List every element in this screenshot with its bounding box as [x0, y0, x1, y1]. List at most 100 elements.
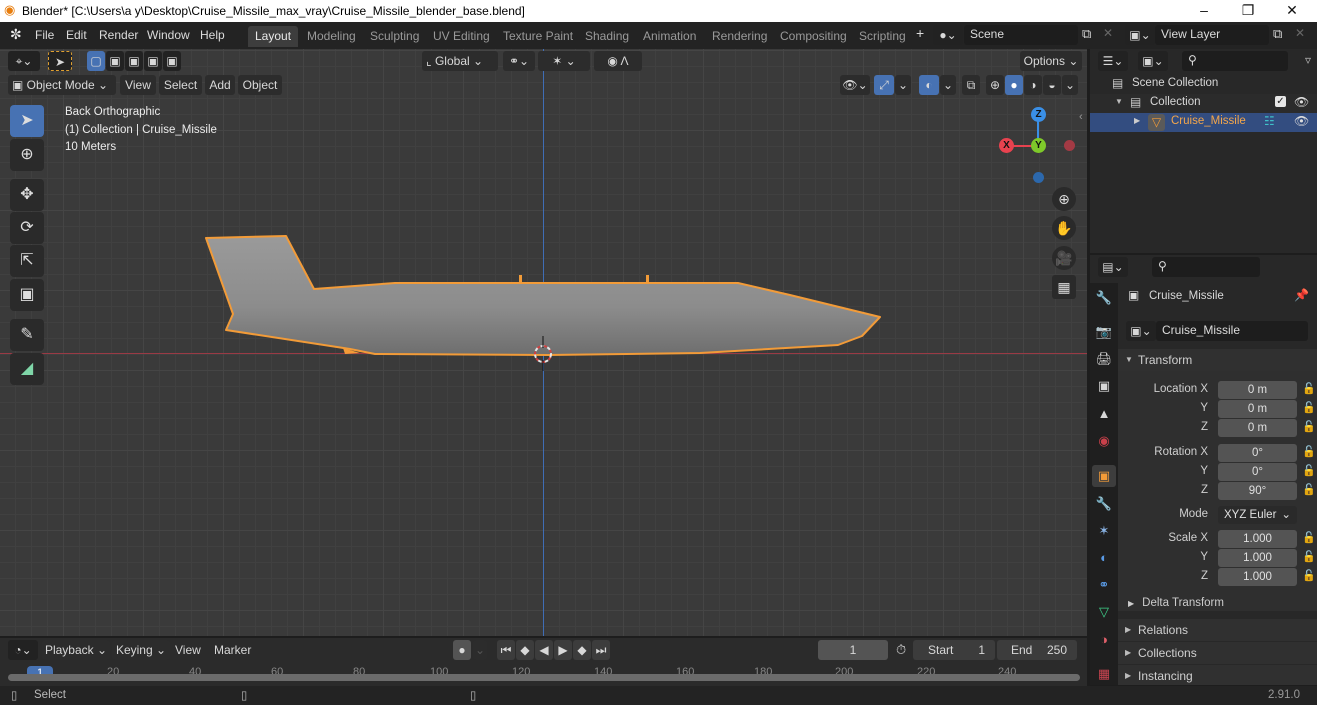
- outliner-filter-view-icon[interactable]: ▣⌄: [1138, 51, 1168, 71]
- texture-tab-icon[interactable]: ▦: [1092, 663, 1116, 685]
- delta-transform-subpanel[interactable]: ▶ Delta Transform: [1128, 597, 1308, 615]
- lock-icon[interactable]: 🔓: [1302, 420, 1316, 433]
- visibility-eye-icon[interactable]: 👁: [1294, 114, 1309, 128]
- gizmo-axis-z[interactable]: Z: [1031, 107, 1046, 122]
- instancing-panel-header[interactable]: ▶ Instancing: [1118, 665, 1317, 685]
- tab-modeling[interactable]: Modeling: [300, 26, 363, 47]
- properties-editor-type-icon[interactable]: ▤⌄: [1098, 257, 1128, 277]
- play-button[interactable]: ▶: [554, 640, 572, 660]
- jump-to-end-button[interactable]: ⏭: [592, 640, 610, 660]
- modifier-tab-icon[interactable]: 🔧: [1092, 493, 1116, 515]
- menu-window[interactable]: Window: [147, 28, 190, 42]
- physics-tab-icon[interactable]: ◐: [1092, 547, 1116, 569]
- object-name-field[interactable]: Cruise_Missile: [1156, 321, 1308, 341]
- visibility-eye-icon[interactable]: 👁: [1294, 95, 1309, 109]
- transform-panel-header[interactable]: ▼ Transform: [1118, 349, 1317, 371]
- tab-compositing[interactable]: Compositing: [773, 26, 854, 47]
- rotation-y-field[interactable]: 0°: [1218, 463, 1297, 481]
- expand-arrow-icon[interactable]: ▼: [1115, 97, 1123, 106]
- new-view-layer-icon[interactable]: ⧉: [1273, 26, 1282, 42]
- rotation-z-field[interactable]: 90°: [1218, 482, 1297, 500]
- rotation-x-field[interactable]: 0°: [1218, 444, 1297, 462]
- timeline-view-menu[interactable]: View: [175, 643, 201, 657]
- jump-to-prev-keyframe-button[interactable]: ◆: [516, 640, 534, 660]
- zoom-view-icon[interactable]: ⊕: [1052, 187, 1076, 211]
- constraints-tab-icon[interactable]: ⚭: [1092, 574, 1116, 596]
- lock-icon[interactable]: 🔓: [1302, 464, 1316, 477]
- tab-scripting[interactable]: Scripting: [852, 26, 913, 47]
- delete-scene-icon[interactable]: ✕: [1103, 26, 1113, 40]
- rotation-mode-dropdown[interactable]: XYZ Euler ⌄: [1218, 506, 1297, 524]
- current-frame-field[interactable]: 1: [818, 640, 888, 660]
- play-reverse-button[interactable]: ◀: [535, 640, 553, 660]
- tab-layout[interactable]: Layout: [248, 26, 299, 47]
- tab-animation[interactable]: Animation: [636, 26, 703, 47]
- end-frame-field[interactable]: End 250: [997, 640, 1077, 660]
- menu-help[interactable]: Help: [200, 28, 225, 42]
- lock-icon[interactable]: 🔓: [1302, 531, 1316, 544]
- menu-render[interactable]: Render: [99, 28, 138, 42]
- blender-menu-icon[interactable]: ✼: [10, 26, 22, 43]
- collections-panel-header[interactable]: ▶ Collections: [1118, 642, 1317, 664]
- particles-tab-icon[interactable]: ✶: [1092, 520, 1116, 542]
- object-datablock-browse-icon[interactable]: ▣⌄: [1126, 321, 1156, 341]
- lock-icon[interactable]: 🔓: [1302, 445, 1316, 458]
- view-layer-name-field[interactable]: View Layer: [1155, 25, 1269, 45]
- outliner-display-mode-icon[interactable]: ☰⌄: [1098, 51, 1128, 71]
- playback-menu[interactable]: Playback ⌄: [42, 640, 110, 660]
- pin-icon[interactable]: 📌: [1294, 288, 1309, 302]
- minimize-button[interactable]: –: [1181, 0, 1227, 22]
- camera-view-icon[interactable]: 🎥: [1052, 246, 1076, 270]
- record-keyframe-button[interactable]: ●: [453, 640, 471, 660]
- add-workspace-button[interactable]: +: [916, 25, 924, 41]
- scene-name-field[interactable]: Scene: [964, 25, 1078, 45]
- lock-icon[interactable]: 🔓: [1302, 483, 1316, 496]
- tab-texture-paint[interactable]: Texture Paint: [496, 26, 580, 47]
- location-x-field[interactable]: 0 m: [1218, 381, 1297, 399]
- gizmo-axis-x[interactable]: X: [999, 138, 1014, 153]
- mesh-data-tab-icon[interactable]: ▽: [1092, 601, 1116, 623]
- stopwatch-icon[interactable]: ⏱: [896, 642, 906, 658]
- properties-search-input[interactable]: ⚲: [1152, 257, 1260, 277]
- view-layer-selector-icon[interactable]: ▣⌄: [1125, 25, 1155, 45]
- auto-keying-dropdown[interactable]: ⌄: [473, 640, 487, 660]
- sidebar-expand-icon[interactable]: ‹: [1079, 111, 1083, 123]
- jump-to-start-button[interactable]: ⏮: [497, 640, 515, 660]
- scene-selector-icon[interactable]: ●⌄: [933, 25, 963, 45]
- new-scene-icon[interactable]: ⧉: [1082, 26, 1091, 42]
- menu-edit[interactable]: Edit: [66, 28, 87, 42]
- lock-icon[interactable]: 🔓: [1302, 550, 1316, 563]
- material-tab-icon[interactable]: ◑: [1092, 629, 1116, 651]
- timeline-ruler[interactable]: 1 20 40 60 80 100 120 140 160 180 200 22…: [0, 663, 1087, 686]
- delete-view-layer-icon[interactable]: ✕: [1295, 26, 1305, 40]
- location-z-field[interactable]: 0 m: [1218, 419, 1297, 437]
- timeline-editor-type-icon[interactable]: ◔⌄: [8, 640, 38, 660]
- view-layer-tab-icon[interactable]: ▣: [1092, 375, 1116, 397]
- gizmo-axis-neg-z[interactable]: [1033, 172, 1044, 183]
- tab-uv-editing[interactable]: UV Editing: [426, 26, 497, 47]
- object-tab-icon[interactable]: ▣: [1092, 465, 1116, 487]
- pan-view-icon[interactable]: ✋: [1052, 216, 1076, 240]
- lock-icon[interactable]: 🔓: [1302, 382, 1316, 395]
- lock-icon[interactable]: 🔓: [1302, 401, 1316, 414]
- location-y-field[interactable]: 0 m: [1218, 400, 1297, 418]
- render-tab-icon[interactable]: 📷: [1092, 321, 1116, 343]
- outliner-row-cruise-missile[interactable]: ▶ ▽ Cruise_Missile ☷ 👁: [1090, 113, 1317, 132]
- gizmo-axis-neg-x[interactable]: [1064, 140, 1075, 151]
- gizmo-axis-y[interactable]: Y: [1031, 138, 1046, 153]
- scene-tab-icon[interactable]: ▲: [1092, 403, 1116, 425]
- tab-rendering[interactable]: Rendering: [705, 26, 774, 47]
- tool-tab-icon[interactable]: 🔧: [1092, 287, 1116, 309]
- orthographic-toggle-icon[interactable]: ▦: [1052, 275, 1076, 299]
- output-tab-icon[interactable]: 🖨: [1092, 348, 1116, 370]
- outliner-row-scene-collection[interactable]: ▤ Scene Collection: [1090, 75, 1317, 94]
- expand-arrow-icon[interactable]: ▶: [1134, 116, 1140, 125]
- exclude-checkbox[interactable]: ✓: [1275, 96, 1286, 107]
- outliner-row-collection[interactable]: ▼ ▤ Collection ✓ 👁: [1090, 94, 1317, 113]
- scale-z-field[interactable]: 1.000: [1218, 568, 1297, 586]
- keying-menu[interactable]: Keying ⌄: [112, 640, 170, 660]
- cruise-missile-object[interactable]: [0, 49, 1087, 636]
- world-tab-icon[interactable]: ◉: [1092, 430, 1116, 452]
- menu-file[interactable]: File: [35, 28, 54, 42]
- timeline-marker-menu[interactable]: Marker: [214, 643, 251, 657]
